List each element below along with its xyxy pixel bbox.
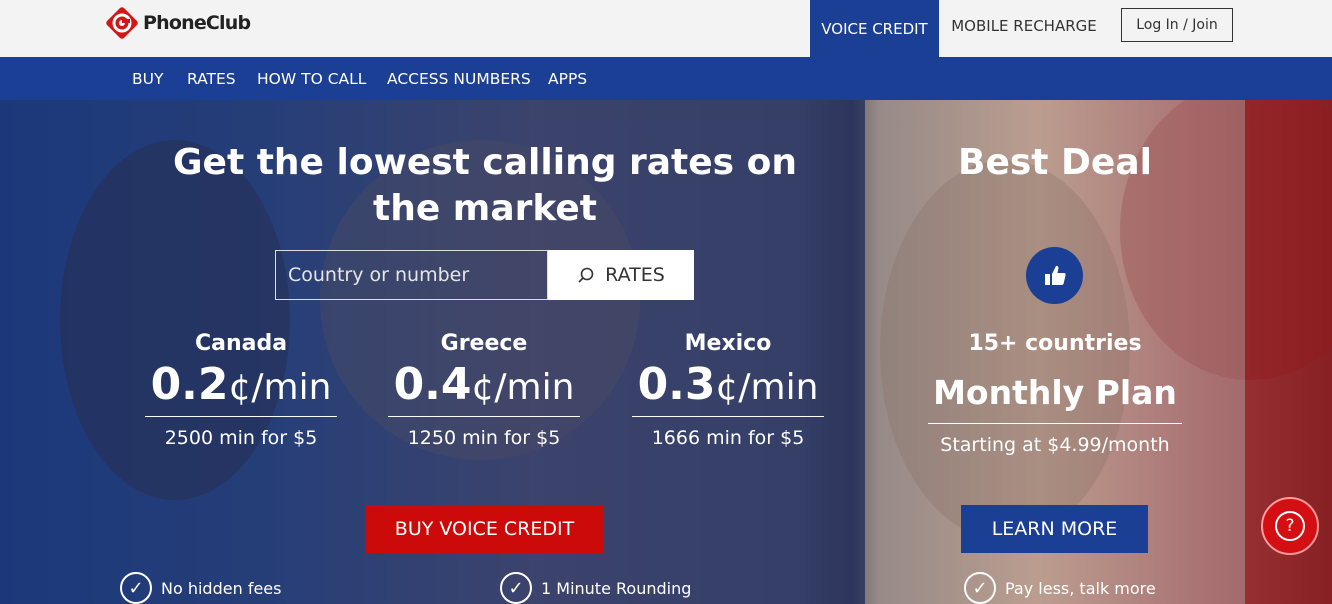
nav-item-access-numbers[interactable]: ACCESS NUMBERS — [387, 57, 531, 100]
rate-unit: ¢/min — [471, 367, 575, 408]
rate-value: 0.4 — [393, 359, 472, 410]
rate-price: 0.3¢/min — [632, 360, 824, 410]
thumbs-up-icon — [1026, 247, 1083, 304]
search-icon — [578, 267, 594, 283]
hero-headline: Get the lowest calling rates on the mark… — [173, 142, 797, 229]
nav-item-rates[interactable]: RATES — [187, 57, 236, 100]
rate-card-canada: Canada 0.2¢/min 2500 min for $5 — [145, 330, 337, 449]
rate-country: Mexico — [684, 331, 772, 356]
rate-country: Greece — [440, 331, 528, 356]
help-button[interactable]: ? — [1261, 497, 1319, 555]
nav-item-how-to-call[interactable]: HOW TO CALL — [257, 57, 366, 100]
feature-label: No hidden fees — [161, 578, 282, 598]
main-nav: BUY RATES HOW TO CALL ACCESS NUMBERS APP… — [0, 57, 1332, 100]
best-deal-title: Best Deal — [958, 142, 1152, 183]
checkmark-icon: ✓ — [500, 572, 532, 604]
logo[interactable]: PhoneClub — [104, 5, 251, 41]
rate-note: 2500 min for $5 — [164, 427, 318, 449]
rates-search-button[interactable]: RATES — [548, 250, 694, 300]
deal-countries: 15+ countries — [968, 331, 1142, 356]
tab-voice-credit[interactable]: VOICE CREDIT — [810, 0, 939, 57]
learn-more-button[interactable]: LEARN MORE — [961, 505, 1148, 553]
nav-item-apps[interactable]: APPS — [548, 57, 587, 100]
rate-unit: ¢/min — [228, 367, 332, 408]
phoneclub-logo-icon — [106, 7, 138, 39]
feature-label: Pay less, talk more — [1005, 578, 1156, 598]
rate-value: 0.3 — [637, 359, 716, 410]
rate-card-greece: Greece 0.4¢/min 1250 min for $5 — [388, 330, 580, 449]
hero-section: Get the lowest calling rates on the mark… — [0, 100, 1332, 604]
login-button[interactable]: Log In / Join — [1121, 8, 1233, 42]
divider — [928, 423, 1182, 424]
logo-text: PhoneClub — [143, 12, 251, 34]
buy-voice-credit-button[interactable]: BUY VOICE CREDIT — [365, 505, 604, 553]
deal-plan-name: Monthly Plan — [933, 373, 1177, 412]
top-bar: PhoneClub VOICE CREDIT MOBILE RECHARGE L… — [0, 0, 1332, 57]
feature-no-hidden-fees: ✓ No hidden fees — [120, 572, 281, 604]
rate-note: 1666 min for $5 — [651, 427, 805, 449]
question-icon: ? — [1275, 511, 1305, 541]
divider — [632, 416, 824, 417]
checkmark-icon: ✓ — [964, 572, 996, 604]
thumbs-up-glyph — [1044, 265, 1066, 285]
feature-label: 1 Minute Rounding — [541, 578, 692, 598]
rate-price: 0.4¢/min — [388, 360, 580, 410]
rate-country: Canada — [194, 331, 288, 356]
rate-price: 0.2¢/min — [145, 360, 337, 410]
rates-button-label: RATES — [605, 264, 665, 286]
rate-unit: ¢/min — [715, 367, 819, 408]
checkmark-icon: ✓ — [120, 572, 152, 604]
tab-mobile-recharge[interactable]: MOBILE RECHARGE — [944, 0, 1104, 52]
divider — [388, 416, 580, 417]
deal-price-note: Starting at $4.99/month — [940, 434, 1170, 456]
rate-note: 1250 min for $5 — [407, 427, 561, 449]
rate-card-mexico: Mexico 0.3¢/min 1666 min for $5 — [632, 330, 824, 449]
divider — [145, 416, 337, 417]
nav-item-buy[interactable]: BUY — [132, 57, 163, 100]
rate-value: 0.2 — [150, 359, 229, 410]
feature-pay-less: ✓ Pay less, talk more — [964, 572, 1156, 604]
search-input[interactable]: Country or number — [275, 250, 548, 300]
feature-minute-rounding: ✓ 1 Minute Rounding — [500, 572, 691, 604]
